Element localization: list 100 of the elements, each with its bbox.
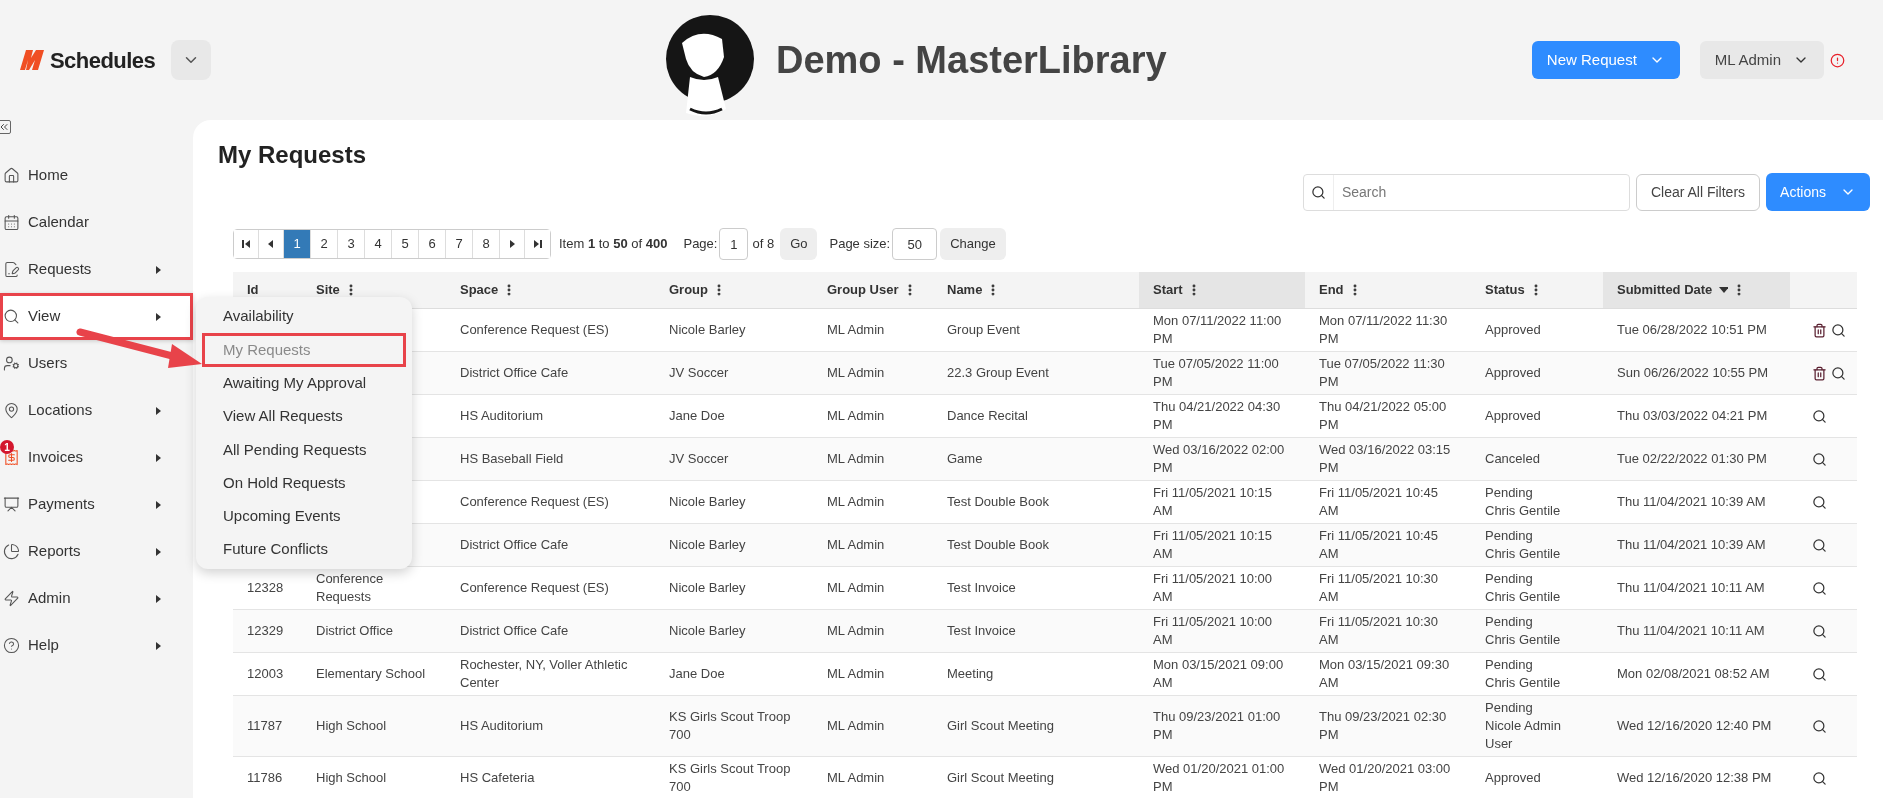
- go-button[interactable]: Go: [780, 228, 818, 260]
- menu-item[interactable]: All Pending Requests: [196, 433, 412, 467]
- next-icon: [507, 238, 517, 250]
- sidebar-item[interactable]: Payments: [0, 481, 193, 528]
- table-cell-text: ML Admin: [827, 493, 886, 511]
- last-page-icon: [532, 238, 543, 250]
- table-cell-text: Girl Scout Meeting: [947, 717, 1055, 735]
- search-icon[interactable]: [1812, 451, 1827, 467]
- sidebar-item[interactable]: Reports: [0, 528, 193, 575]
- sidebar-item[interactable]: Help: [0, 622, 193, 669]
- table-cell-text: 12328: [247, 579, 285, 597]
- search-icon[interactable]: [1812, 770, 1827, 786]
- notification-badge: 1: [0, 440, 14, 454]
- collapse-icon[interactable]: [0, 120, 11, 134]
- search-icon[interactable]: [1812, 580, 1827, 596]
- user-menu-button[interactable]: ML Admin: [1699, 41, 1824, 79]
- table-cell-text: Wed 03/16/2022 02:00 PM: [1153, 441, 1286, 477]
- sidebar-item[interactable]: Calendar: [0, 199, 193, 246]
- previous-icon: [266, 238, 276, 250]
- menu-item[interactable]: Awaiting My Approval: [196, 366, 412, 400]
- column-header[interactable]: Name: [933, 272, 1139, 308]
- clear-filters-button[interactable]: Clear All Filters: [1635, 173, 1761, 211]
- change-button[interactable]: Change: [940, 228, 1006, 260]
- sidebar-item[interactable]: View: [0, 293, 193, 340]
- menu-icon: [3, 543, 20, 560]
- menu-item[interactable]: On Hold Requests: [196, 466, 412, 500]
- table-cell-text: HS Auditorium: [460, 407, 545, 425]
- sidebar-item[interactable]: Users: [0, 340, 193, 387]
- column-header[interactable]: Group: [655, 272, 813, 308]
- table-cell-text: ML Admin: [827, 321, 886, 339]
- table-cell-text: Mon 02/08/2021 08:52 AM: [1617, 665, 1771, 683]
- table-cell-text: Nicole Barley: [669, 622, 747, 640]
- table-cell-text: Approved: [1485, 321, 1542, 339]
- menu-item[interactable]: View All Requests: [196, 399, 412, 434]
- table-cell-text: Wed 12/16/2020 12:40 PM: [1617, 717, 1773, 735]
- table-cell-text: Meeting: [947, 665, 995, 683]
- table-cell-text: 12003: [247, 665, 285, 683]
- table-cell-text: 12329: [247, 622, 285, 640]
- table-cell-text: Chris Gentile: [1485, 502, 1562, 520]
- table-cell-text: Nicole Barley: [669, 493, 747, 511]
- search-icon[interactable]: [1812, 494, 1827, 510]
- menu-item[interactable]: Upcoming Events: [196, 499, 412, 534]
- table-cell-text: Fri 11/05/2021 10:15 AM: [1153, 484, 1273, 520]
- search-icon[interactable]: [1812, 718, 1827, 734]
- table-cell-text: District Office Cafe: [460, 622, 570, 640]
- table-cell-text: Pending: [1485, 570, 1534, 588]
- table-cell-text: Pending: [1485, 613, 1534, 631]
- table-cell-text: Conference Request (ES): [460, 493, 610, 511]
- column-header[interactable]: Submitted Date: [1603, 272, 1790, 308]
- search-icon[interactable]: [1831, 365, 1846, 381]
- search-field[interactable]: Search: [1302, 173, 1630, 211]
- table-cell-text: Approved: [1485, 364, 1542, 382]
- page-size-input[interactable]: 50: [892, 228, 938, 260]
- search-icon[interactable]: [1812, 408, 1827, 424]
- table-cell-text: Conference Request (ES): [460, 579, 610, 597]
- menu-icon: [3, 167, 20, 184]
- table-cell-text: Thu 03/03/2022 04:21 PM: [1617, 407, 1769, 425]
- section-title: My Requests: [217, 140, 368, 170]
- sidebar-item[interactable]: Home: [0, 152, 193, 199]
- search-icon[interactable]: [1812, 537, 1827, 553]
- table-cell-text: Test Invoice: [947, 579, 1017, 597]
- alert-icon[interactable]: [1830, 52, 1845, 68]
- search-icon: [1310, 184, 1326, 200]
- table-cell-text: Jane Doe: [669, 665, 726, 683]
- sidebar-item[interactable]: Requests: [0, 246, 193, 293]
- table-cell-text: Tue 07/05/2022 11:00 PM: [1153, 355, 1280, 391]
- column-header[interactable]: End: [1305, 272, 1471, 308]
- table-cell-text: ML Admin: [827, 407, 886, 425]
- app-name: Schedules: [50, 46, 156, 75]
- first-page-button[interactable]: [234, 230, 259, 258]
- menu-icon: [3, 590, 20, 607]
- column-header[interactable]: Group User: [813, 272, 933, 308]
- column-header[interactable]: Space: [446, 272, 655, 308]
- sidebar-item[interactable]: Locations: [0, 387, 193, 434]
- table-cell-text: Chris Gentile: [1485, 545, 1562, 563]
- search-icon[interactable]: [1812, 623, 1827, 639]
- table-cell-text: Wed 12/16/2020 12:38 PM: [1617, 769, 1773, 787]
- page-input[interactable]: 1: [719, 228, 749, 260]
- page-label: Page:: [683, 235, 718, 254]
- table-cell-text: Elementary School: [316, 665, 427, 683]
- sidebar-item[interactable]: Invoices 1: [0, 434, 193, 481]
- column-header[interactable]: Status: [1471, 272, 1603, 308]
- sidebar-item[interactable]: Admin: [0, 575, 193, 622]
- table-cell-text: Mon 07/11/2022 11:30 PM: [1319, 312, 1449, 348]
- delete-icon[interactable]: [1812, 322, 1827, 338]
- menu-item[interactable]: Future Conflicts: [196, 533, 412, 567]
- table-cell-text: Fri 11/05/2021 10:45 AM: [1319, 527, 1439, 563]
- table-cell-text: District Office Cafe: [460, 536, 570, 554]
- table-cell-text: Conference Requests: [316, 570, 385, 606]
- column-header[interactable]: Start: [1139, 272, 1305, 308]
- table-cell-text: Thu 11/04/2021 10:39 AM: [1617, 536, 1767, 554]
- search-icon[interactable]: [1831, 322, 1846, 338]
- search-icon[interactable]: [1812, 666, 1827, 682]
- table-cell-text: HS Baseball Field: [460, 450, 565, 468]
- item-count: Item 1 to 50 of 400: [559, 235, 668, 254]
- app-switcher-button[interactable]: [171, 40, 212, 80]
- table-cell-text: Tue 07/05/2022 11:30 PM: [1319, 355, 1446, 391]
- table-cell-text: Nicole Barley: [669, 321, 747, 339]
- delete-icon[interactable]: [1812, 365, 1827, 381]
- page-button[interactable]: 1: [284, 230, 311, 258]
